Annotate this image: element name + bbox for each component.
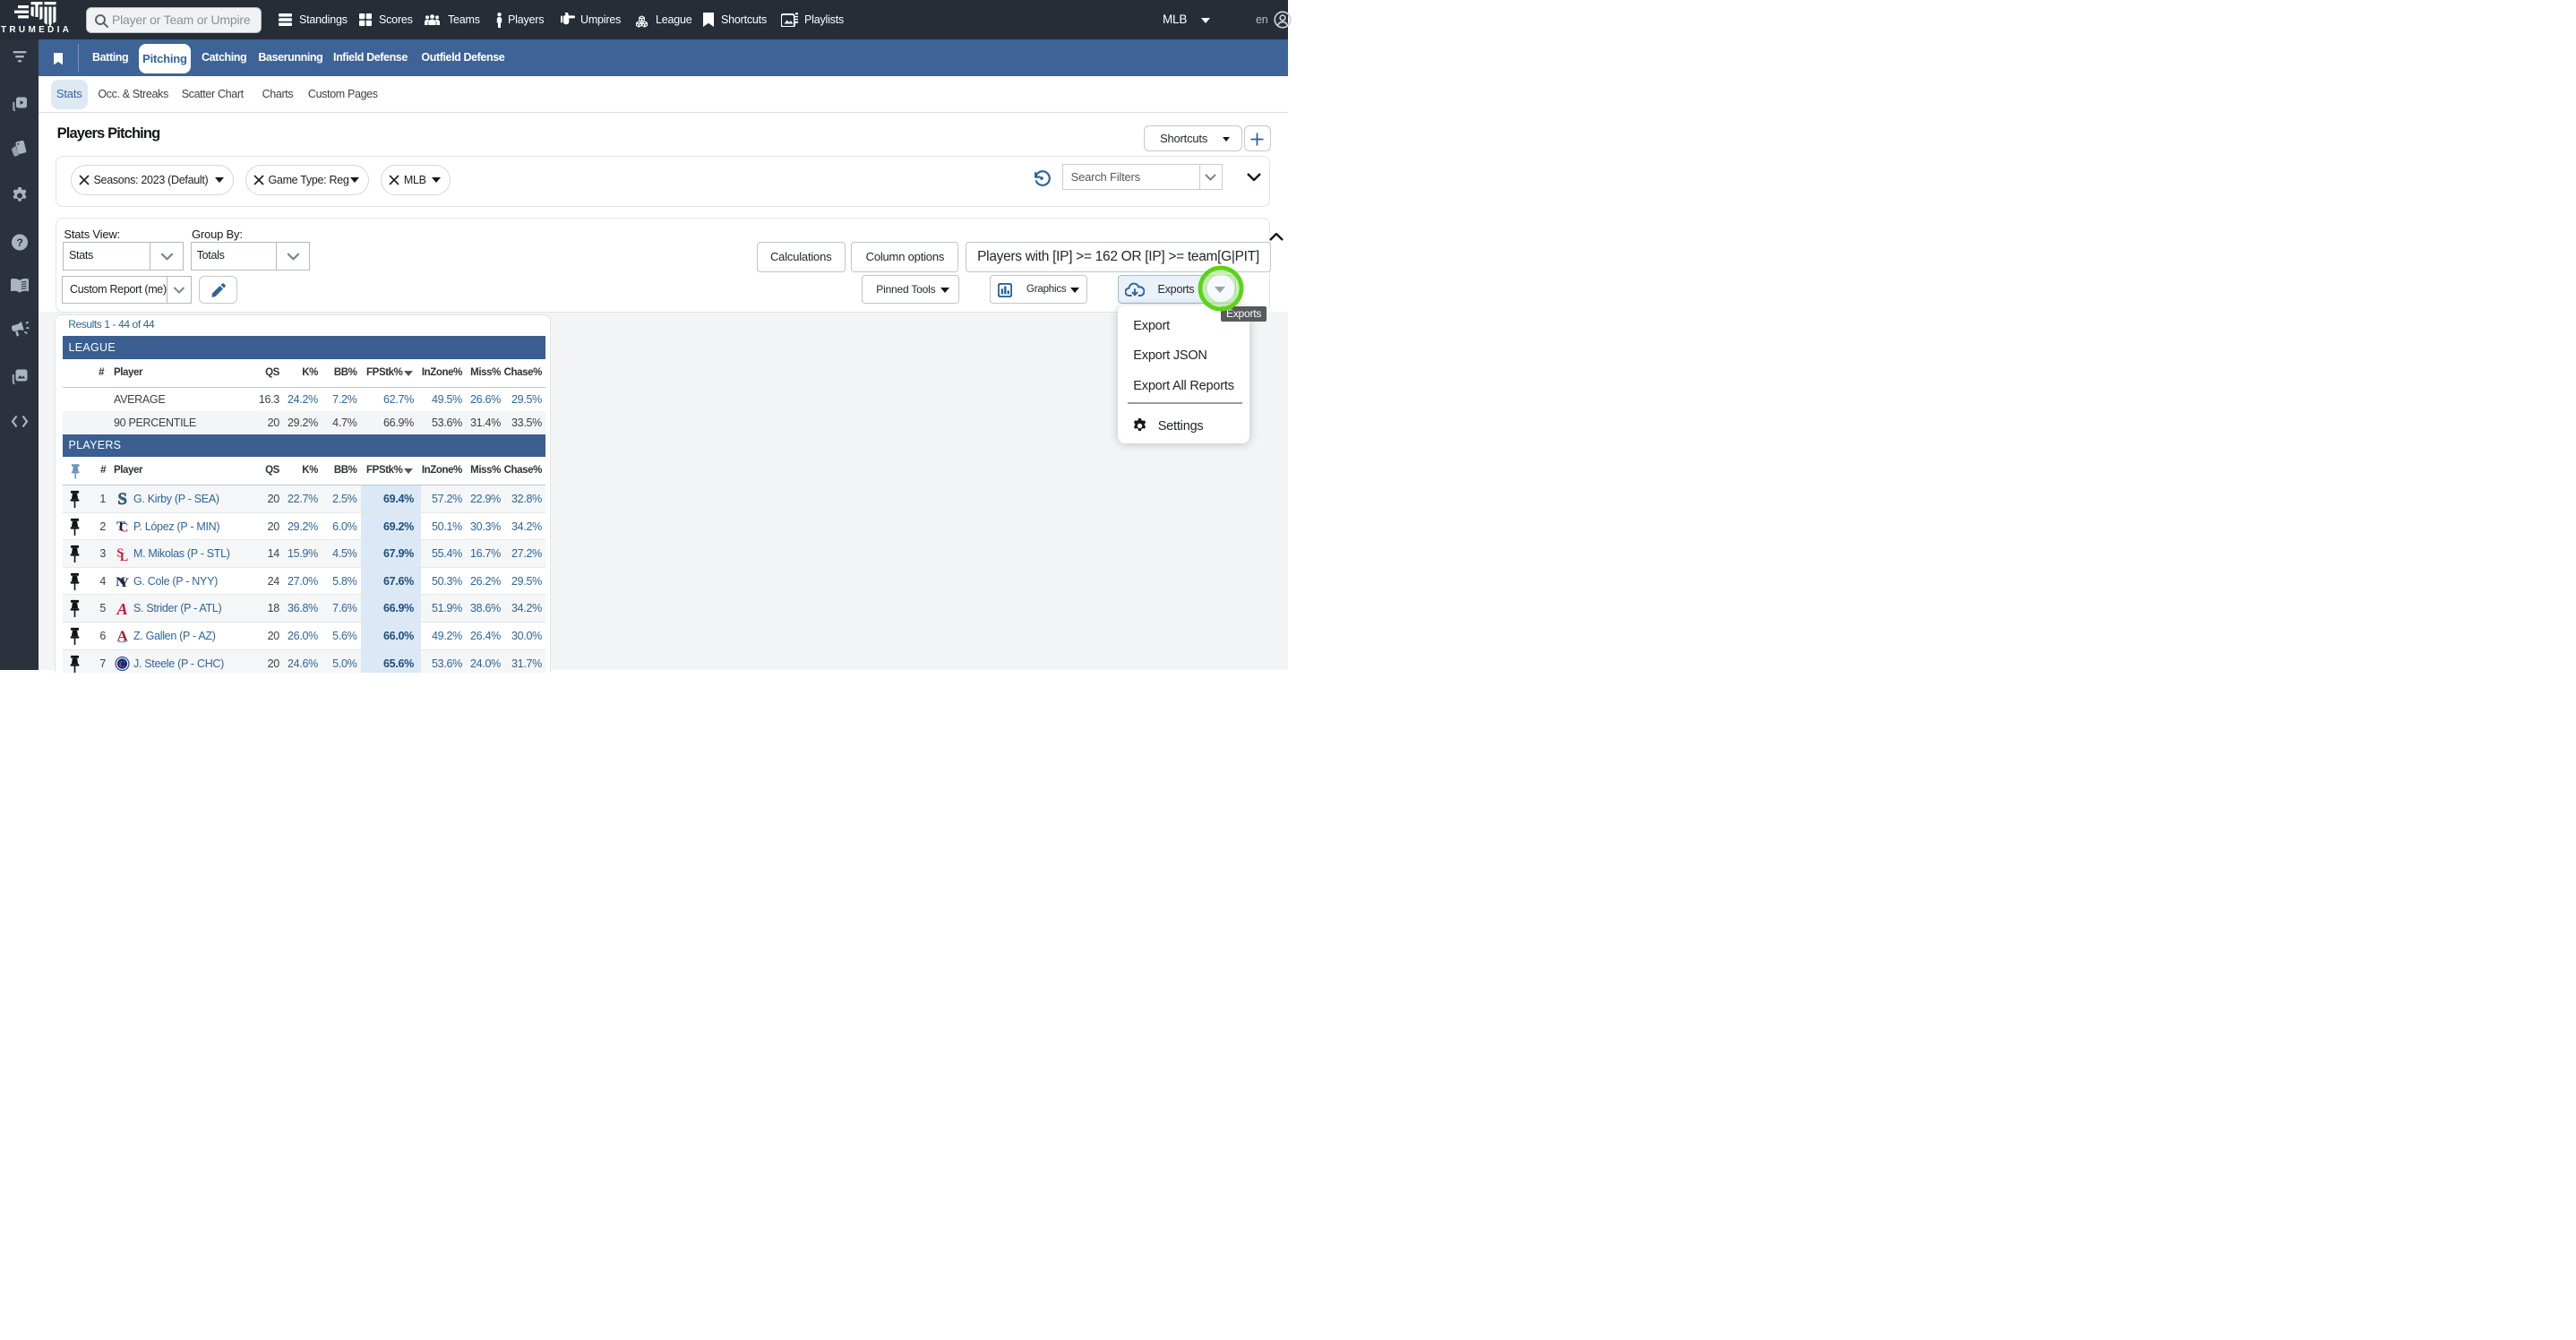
- svg-text:L: L: [120, 551, 128, 563]
- svg-text:S: S: [118, 491, 127, 507]
- svg-text:?: ?: [16, 236, 22, 249]
- svg-text:A: A: [116, 601, 128, 617]
- svg-text:Y: Y: [120, 576, 130, 589]
- svg-text:T: T: [117, 520, 126, 534]
- svg-text:C: C: [119, 659, 126, 670]
